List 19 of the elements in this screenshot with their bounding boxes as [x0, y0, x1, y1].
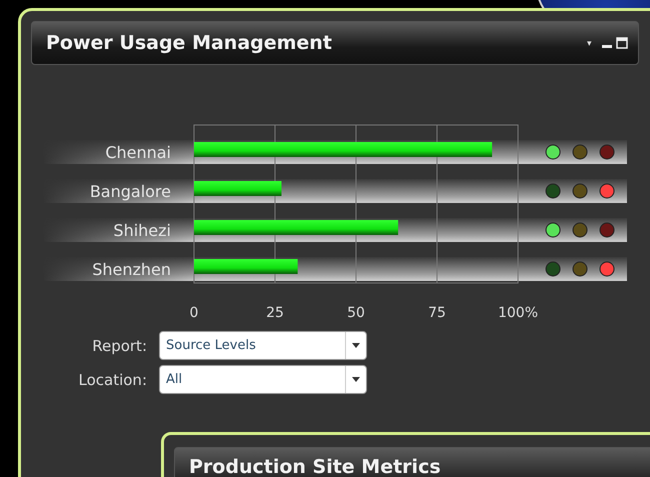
category-label: Chennai	[105, 143, 171, 162]
maximize-icon[interactable]	[616, 37, 628, 49]
category-label: Shenzhen	[92, 260, 171, 279]
tick-label: 25	[266, 305, 284, 319]
tick-label: 100%	[498, 305, 538, 319]
filter-label: Location:	[78, 370, 147, 388]
tick-label: 0	[190, 305, 198, 319]
tick-label: 50	[347, 305, 365, 319]
menu-toggle[interactable]: ▾	[584, 38, 595, 48]
tick-label: 75	[428, 305, 446, 319]
panel-title: Production Site Metrics	[174, 447, 650, 477]
filter-label: Report:	[91, 336, 147, 354]
category-label: Shihezi	[113, 221, 171, 240]
dropdown[interactable]: All	[159, 365, 367, 394]
panel-title: Power Usage Management	[46, 32, 333, 54]
caret-icon	[352, 377, 360, 382]
dropdown[interactable]: Source Levels	[159, 331, 367, 360]
category-label: Bangalore	[90, 182, 171, 201]
caret-icon	[352, 343, 360, 348]
